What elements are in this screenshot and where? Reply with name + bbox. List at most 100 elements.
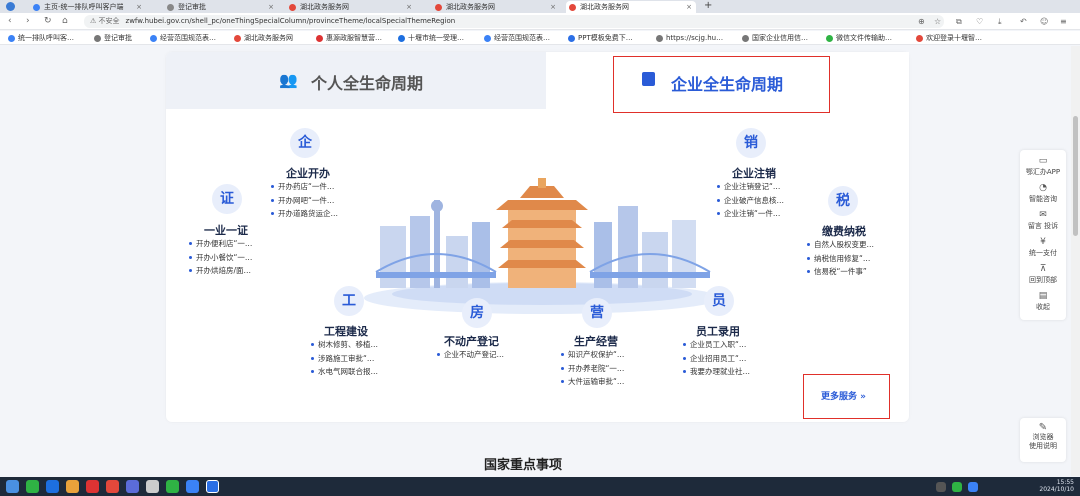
list-item[interactable]: 自然人股权变更… [806,238,874,252]
reload-icon[interactable]: ↻ [44,15,52,28]
list-item[interactable]: 企业破产信息核… [716,194,784,208]
tab-personal-lifecycle[interactable]: 👥 个人全生命周期 [166,52,546,109]
taskbar-app-icon[interactable] [126,480,139,493]
category-title[interactable]: 工程建设 [324,323,368,339]
not-secure-label[interactable]: ⚠ 不安全 [90,17,120,25]
category-title[interactable]: 缴费纳税 [822,223,866,239]
bookmark-item[interactable]: 统一排队呼叫客… [8,33,74,43]
category-items: 知识产权保护“… 开办养老院“一… 大件运输审批“… [560,348,624,389]
list-item[interactable]: 开办网吧“一件… [270,194,338,208]
url-input[interactable]: ⚠ 不安全 zwfw.hubei.gov.cn/shell_pc/oneThing… [84,15,944,28]
profile-icon[interactable]: ☺ [1040,15,1048,28]
sidebar-item-consult[interactable]: ◔ 智能咨询 [1020,183,1066,209]
list-item[interactable]: 水电气网联合报… [310,365,378,379]
tray-icon[interactable] [952,482,962,492]
list-item[interactable]: 企业注销“一件… [716,207,784,221]
list-item[interactable]: 企业不动产登记… [436,348,504,362]
list-item[interactable]: 开办药店“一件… [270,180,338,194]
back-icon[interactable]: ‹ [8,15,12,28]
category-title[interactable]: 一业一证 [204,222,248,238]
bookmark-item[interactable]: 微信文件传输助… [826,33,892,43]
forward-icon[interactable]: › [26,15,30,28]
close-tab-icon[interactable]: × [136,1,142,13]
taskbar-app-icon[interactable] [106,480,119,493]
bookmark-item[interactable]: https://scjg.hu… [656,33,723,43]
taskbar-app-icon[interactable] [46,480,59,493]
browser-tab[interactable]: 主页-统一排队呼叫客户端 × [30,1,146,13]
list-item[interactable]: 开办养老院“一… [560,362,624,376]
bookmark-item[interactable]: PPT模板免费下… [568,33,633,43]
browser-logo-icon[interactable] [6,2,15,11]
category-items: 企业注销登记“… 企业破产信息核… 企业注销“一件… [716,180,784,221]
list-item[interactable]: 开办小餐饮“一… [188,251,252,265]
bookmark-item[interactable]: 欢迎登录十堰智… [916,33,982,43]
list-item[interactable]: 企业招用员工“… [682,352,750,366]
sidebar-item-payment[interactable]: ¥ 统一支付 [1020,237,1066,263]
bookmark-item[interactable]: 经营范围规范表… [150,33,216,43]
download-icon[interactable]: ⤓ [998,15,1002,28]
zoom-icon[interactable]: ⊕ [918,15,925,28]
list-item[interactable]: 纳税信用修复“… [806,252,874,266]
license-icon: 证 [212,184,242,214]
scrollbar-thumb[interactable] [1073,116,1078,236]
taskbar-app-icon[interactable] [166,480,179,493]
close-tab-icon[interactable]: × [406,1,412,13]
undo-icon[interactable]: ↶ [1020,15,1027,28]
bookmark-item[interactable]: 惠源政服智慧营… [316,33,382,43]
browser-tab[interactable]: 湖北政务服务网 × [432,1,560,13]
menu-icon[interactable]: ≡ [1060,15,1067,28]
sidebar-item-label: 智能咨询 [1029,195,1057,203]
list-item[interactable]: 信易税“一件事” [806,265,874,279]
bookmark-item[interactable]: 十堰市统一受理… [398,33,464,43]
bookmark-item[interactable]: 国家企业信用信… [742,33,808,43]
taskbar-browser-icon[interactable] [206,480,219,493]
extensions-icon[interactable]: ⧉ [956,15,962,28]
taskbar-clock[interactable]: 15:55 2024/10/10 [1039,479,1074,493]
taskbar-app-icon[interactable] [66,480,79,493]
new-tab-button[interactable]: + [704,0,712,12]
bookmark-item[interactable]: 登记审批 [94,33,132,43]
favorites-icon[interactable]: ♡ [976,15,983,28]
category-title[interactable]: 生产经营 [574,333,618,349]
close-tab-icon[interactable]: × [268,1,274,13]
sidebar-item-app[interactable]: ▭ 鄂汇办APP [1020,156,1066,182]
category-title[interactable]: 员工录用 [696,323,740,339]
browser-tab[interactable]: 登记审批 × [164,1,278,13]
tray-icon[interactable] [968,482,978,492]
tab-label: 登记审批 [178,3,206,11]
sidebar-item-collapse[interactable]: ▤ 收起 [1020,291,1066,317]
list-item[interactable]: 企业注销登记“… [716,180,784,194]
more-services-link[interactable]: 更多服务 » [821,389,866,402]
taskbar-app-icon[interactable] [146,480,159,493]
list-item[interactable]: 大件运输审批“… [560,375,624,389]
list-item[interactable]: 开办道路货运企… [270,207,338,221]
browser-tab-active[interactable]: 湖北政务服务网 × [566,1,696,13]
list-item[interactable]: 开办便利店“一… [188,237,252,251]
browser-tab[interactable]: 湖北政务服务网 × [286,1,416,13]
home-icon[interactable]: ⌂ [62,15,68,28]
list-item[interactable]: 企业员工入职“… [682,338,750,352]
tray-icon[interactable] [936,482,946,492]
category-title[interactable]: 企业开办 [286,165,330,181]
bookmark-item[interactable]: 经营范围规范表… [484,33,550,43]
sidebar-item-top[interactable]: ⊼ 回到顶部 [1020,264,1066,290]
list-item[interactable]: 开办烘焙房/面… [188,264,252,278]
list-item[interactable]: 知识产权保护“… [560,348,624,362]
taskbar-app-icon[interactable] [86,480,99,493]
start-menu-icon[interactable] [6,480,19,493]
list-item[interactable]: 我要办理就业社… [682,365,750,379]
bookmark-item[interactable]: 湖北政务服务网 [234,33,293,43]
taskbar-app-icon[interactable] [186,480,199,493]
page-scrollbar[interactable] [1071,46,1080,476]
category-title[interactable]: 不动产登记 [444,333,499,349]
deregister-icon: 销 [736,128,766,158]
sidebar-item-message[interactable]: ✉ 留言 投诉 [1020,210,1066,236]
list-item[interactable]: 树木修剪、移植… [310,338,378,352]
bookmark-star-icon[interactable]: ☆ [934,15,941,28]
browser-help-button[interactable]: ✎ 浏览器 使用说明 [1020,418,1066,462]
taskbar-app-icon[interactable] [26,480,39,493]
close-tab-icon[interactable]: × [550,1,556,13]
list-item[interactable]: 涉路施工审批“… [310,352,378,366]
close-tab-icon[interactable]: × [686,1,692,13]
category-title[interactable]: 企业注销 [732,165,776,181]
